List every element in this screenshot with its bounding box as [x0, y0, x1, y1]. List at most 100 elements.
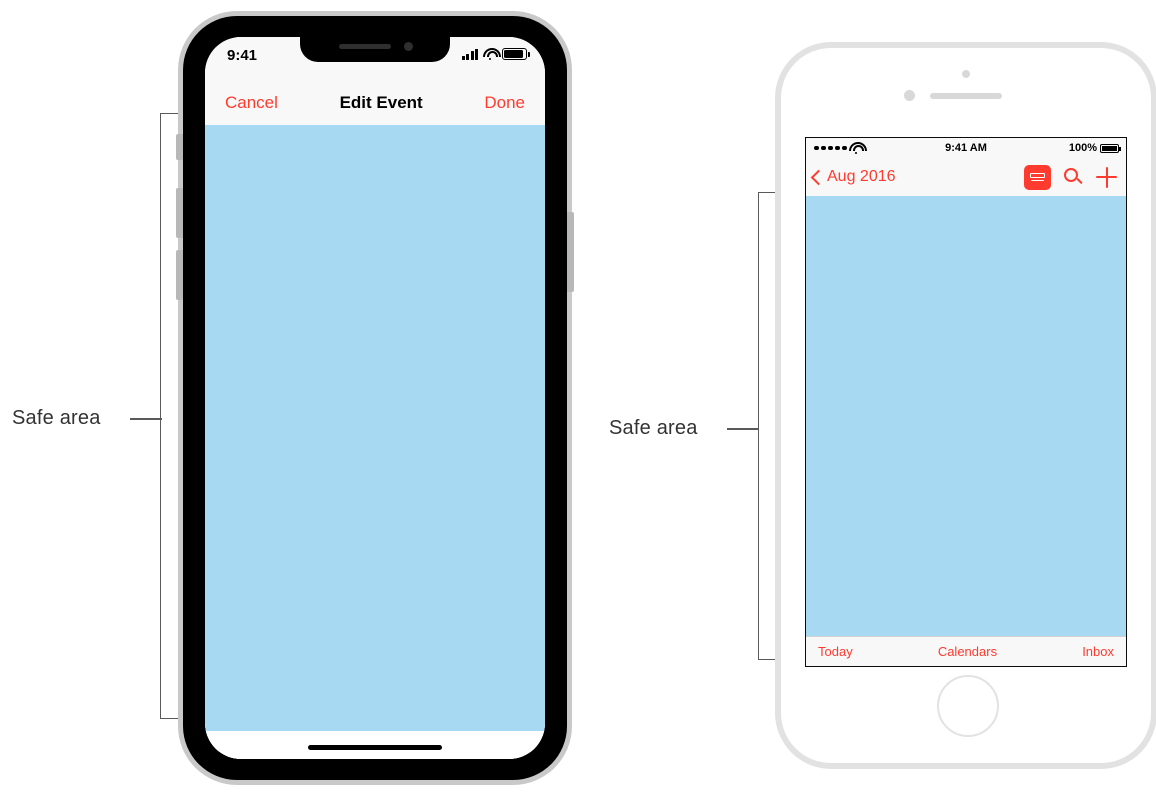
calendar-day-cell[interactable]: 18: [989, 299, 1035, 342]
event-dot-icon: [1009, 288, 1014, 292]
event-location-field[interactable]: Location: [205, 166, 545, 207]
event-start-time: 11:00 AM: [816, 478, 857, 489]
list-view-icon[interactable]: [1024, 164, 1051, 190]
back-button[interactable]: Aug 2016: [810, 168, 896, 186]
calendar-day-cell[interactable]: 13: [1080, 256, 1126, 299]
event-title-field[interactable]: Design Meeting: [205, 125, 545, 166]
calendar-day-cell[interactable]: 19: [1035, 299, 1081, 342]
all-day-row[interactable]: All-day: [205, 230, 545, 270]
calendar-day-cell[interactable]: 1: [852, 213, 898, 256]
picker-row[interactable]: Sun Aug 6 7 05 PM: [205, 448, 545, 474]
calendar-grid[interactable]: 1 2 3 4 5 6 7 8 9 10 11 12 13 14 15 16 17 18 19 20 21 22 23 24 2…: [806, 213, 1126, 428]
search-icon[interactable]: [1064, 167, 1083, 187]
event-dot-icon: [1101, 397, 1105, 401]
iphone-8-device: 9:41 AM 100% Aug 2016 S M T W T F S 1 2 …: [781, 48, 1151, 763]
calendar-day-cell[interactable]: [989, 385, 1035, 428]
travel-time-label: Travel Time: [225, 664, 308, 682]
tab-today[interactable]: Today: [818, 644, 853, 659]
calendar-day-cell[interactable]: 26: [1035, 342, 1081, 385]
all-day-toggle[interactable]: [480, 236, 525, 263]
weekday-label: T: [917, 199, 924, 210]
event-end-time: 9:00 PM: [821, 573, 857, 584]
event-dot-icon: [1101, 331, 1105, 335]
calendar-day-cell[interactable]: [806, 213, 852, 256]
weekday-label: M: [870, 199, 879, 210]
calendar-day-cell[interactable]: 29: [852, 385, 898, 428]
picker-row[interactable]: Fri Aug 4 5 55: [205, 388, 545, 414]
calendar-day-number: 10: [956, 261, 976, 280]
calendar-day-cell[interactable]: 14: [806, 299, 852, 342]
calendar-day-cell[interactable]: 9: [897, 256, 943, 299]
event-list-item[interactable]: 8:00 AM 8:15 AM Drop off dry cleaning: [806, 429, 1126, 470]
picker-row-selected[interactable]: Sat Aug 5 6 00 AM: [205, 414, 545, 448]
event-title: Team Meeting: [875, 482, 963, 498]
calendar-day-cell[interactable]: 25: [989, 342, 1035, 385]
repeat-value: Custom: [452, 585, 527, 603]
travel-time-row[interactable]: Travel Time None: [205, 654, 545, 694]
calendar-day-cell[interactable]: 4: [989, 213, 1035, 256]
calendar-day-cell[interactable]: 2: [897, 213, 943, 256]
starts-value: Aug 5, 2017 6:00 AM: [370, 281, 525, 299]
done-button[interactable]: Done: [484, 93, 525, 113]
end-repeat-row[interactable]: End Repeat Never: [205, 614, 545, 654]
event-list-item[interactable]: 6:00 PM 9:00 PM Hair Appointment: [806, 552, 1126, 593]
mute-switch-button[interactable]: [176, 134, 183, 160]
calendar-day-cell[interactable]: 7: [806, 256, 852, 299]
event-list-item[interactable]: 8:30 PM 9:30 PM Drinks with Friends!: [806, 593, 1126, 634]
event-dot-icon: [1055, 288, 1059, 292]
ends-row[interactable]: Ends 7:00 AM: [205, 534, 545, 574]
calendar-day-cell[interactable]: 10: [943, 256, 989, 299]
calendar-day-cell[interactable]: 20: [1080, 299, 1126, 342]
calendar-month-view: S M T W T F S 1 2 3 4 5 6 7 8 9 10 11 12 13 14 15 16 17 1…: [806, 196, 1126, 666]
picker-row[interactable]: Wed Aug 2 2 40: [205, 310, 545, 336]
volume-down-button[interactable]: [176, 250, 183, 300]
event-list-item[interactable]: 11:00 AM 12:00 PM Team Meeting: [806, 470, 1126, 511]
calendar-day-cell[interactable]: 6: [1080, 213, 1126, 256]
calendar-day-cell[interactable]: 15: [852, 299, 898, 342]
side-power-button[interactable]: [567, 212, 574, 292]
picker-row[interactable]: Today 3 45: [205, 336, 545, 362]
repeat-row[interactable]: Repeat Custom: [205, 574, 545, 614]
proximity-sensor-icon: [904, 90, 915, 101]
calendar-day-cell[interactable]: 8: [852, 256, 898, 299]
calendar-day-cell[interactable]: [1035, 385, 1081, 428]
calendar-day-cell[interactable]: 22: [852, 342, 898, 385]
event-dot-icon: [873, 288, 877, 292]
calendar-day-cell[interactable]: 31: [943, 385, 989, 428]
calendar-day-cell[interactable]: 27: [1080, 342, 1126, 385]
event-end-time: 8:15 AM: [820, 450, 857, 461]
calendar-day-cell[interactable]: 30: [897, 385, 943, 428]
home-button[interactable]: [937, 675, 999, 737]
calendar-day-cell[interactable]: 17: [943, 299, 989, 342]
tab-calendars[interactable]: Calendars: [938, 644, 997, 659]
tab-inbox[interactable]: Inbox: [1082, 644, 1114, 659]
calendar-day-cell[interactable]: [1080, 385, 1126, 428]
cancel-button[interactable]: Cancel: [225, 93, 278, 113]
calendar-day-cell[interactable]: 16: [897, 299, 943, 342]
event-dot-icon: [964, 245, 968, 249]
calendar-day-cell[interactable]: 28: [806, 385, 852, 428]
home-indicator[interactable]: [308, 745, 442, 750]
starts-row[interactable]: Starts Aug 5, 2017 6:00 AM: [205, 270, 545, 310]
calendar-day-cell[interactable]: 23: [897, 342, 943, 385]
chevron-left-icon: [810, 169, 827, 185]
picker-date: Wed Aug 2: [270, 313, 353, 332]
calendar-day-cell[interactable]: 24: [943, 342, 989, 385]
calendar-day-cell[interactable]: 11: [989, 256, 1035, 299]
event-list[interactable]: 8:00 AM 8:15 AM Drop off dry cleaning 11:00…: [806, 428, 1126, 634]
date-time-picker[interactable]: Wed Aug 2 2 40 Today 3 45 Thu Aug 3 4 50…: [205, 310, 545, 494]
calendar-day-cell[interactable]: 12: [1035, 256, 1081, 299]
calendar-day-cell[interactable]: 3: [943, 213, 989, 256]
picker-row[interactable]: Thu Aug 3 4 50: [205, 362, 545, 388]
event-dot-icon: [918, 331, 923, 335]
event-list-item[interactable]: 12:00 PM 1:00 PM Lunch with Tom: [806, 511, 1126, 552]
calendar-day-cell[interactable]: 21: [806, 342, 852, 385]
all-day-label: All-day: [225, 240, 274, 258]
safe-area-label-left: Safe area: [12, 407, 101, 429]
event-dot-icon: [964, 331, 968, 335]
picker-row[interactable]: Mon Aug 7 8 10: [205, 474, 545, 493]
calendar-day-cell[interactable]: 5: [1035, 213, 1081, 256]
volume-up-button[interactable]: [176, 188, 183, 238]
add-icon[interactable]: [1096, 166, 1117, 188]
time-zone-row[interactable]: Time Zone Cupertino: [205, 494, 545, 534]
